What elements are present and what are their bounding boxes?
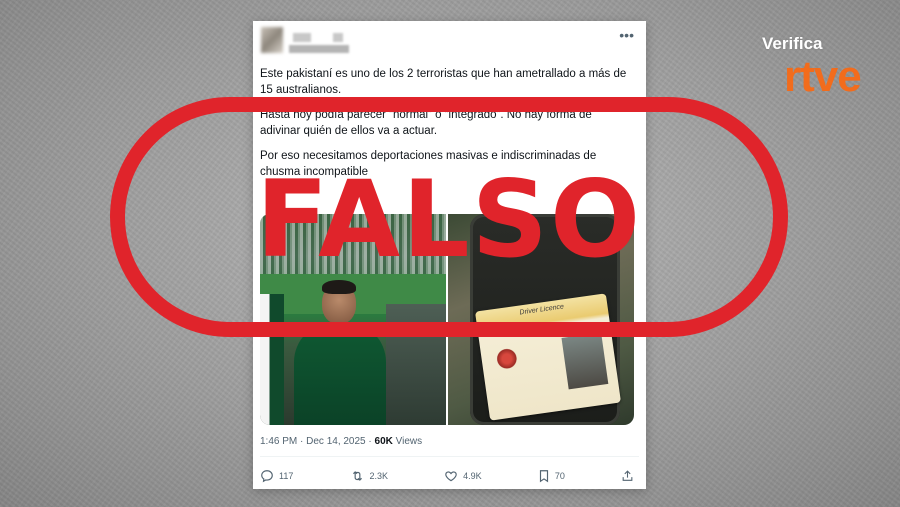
- reply-button[interactable]: 117: [260, 469, 293, 483]
- jersey: [294, 322, 386, 425]
- share-button[interactable]: [621, 469, 634, 483]
- views-label: Views: [392, 436, 423, 447]
- waratah-emblem: [494, 346, 520, 372]
- repost-icon: [352, 471, 362, 481]
- falso-stamp-label: FALSO: [255, 158, 643, 281]
- divider: [260, 456, 639, 457]
- avatar[interactable]: [261, 27, 283, 53]
- views-count: 60K: [374, 436, 393, 447]
- repost-count: 2.3K: [369, 471, 389, 481]
- rtve-logo: rtve: [784, 52, 862, 101]
- like-count: 4.9K: [463, 471, 482, 481]
- reply-count: 117: [279, 471, 294, 481]
- display-name-redacted: [293, 33, 311, 42]
- licence-photo: [561, 332, 609, 390]
- heart-icon: [445, 471, 457, 482]
- repost-button[interactable]: 2.3K: [350, 469, 389, 483]
- action-bar: 117 2.3K 4.9K 70: [260, 469, 634, 483]
- verifica-logo-text: Verifica: [762, 34, 823, 53]
- reply-icon: [261, 470, 273, 483]
- tweet-meta: 1:46 PM · Dec 14, 2025 · 60K Views: [260, 436, 422, 447]
- bookmark-icon: [539, 470, 548, 483]
- share-icon: [622, 470, 633, 481]
- display-name-redacted-2: [333, 33, 343, 42]
- handle-redacted: [289, 45, 349, 53]
- bookmark-button[interactable]: 70: [538, 469, 565, 483]
- tweet-paragraph: Este pakistaní es uno de los 2 terrorist…: [260, 68, 627, 96]
- more-options-icon[interactable]: •••: [619, 27, 634, 43]
- timestamp[interactable]: 1:46 PM · Dec 14, 2025 ·: [260, 436, 375, 447]
- like-button[interactable]: 4.9K: [444, 469, 482, 483]
- bookmark-count: 70: [554, 471, 565, 481]
